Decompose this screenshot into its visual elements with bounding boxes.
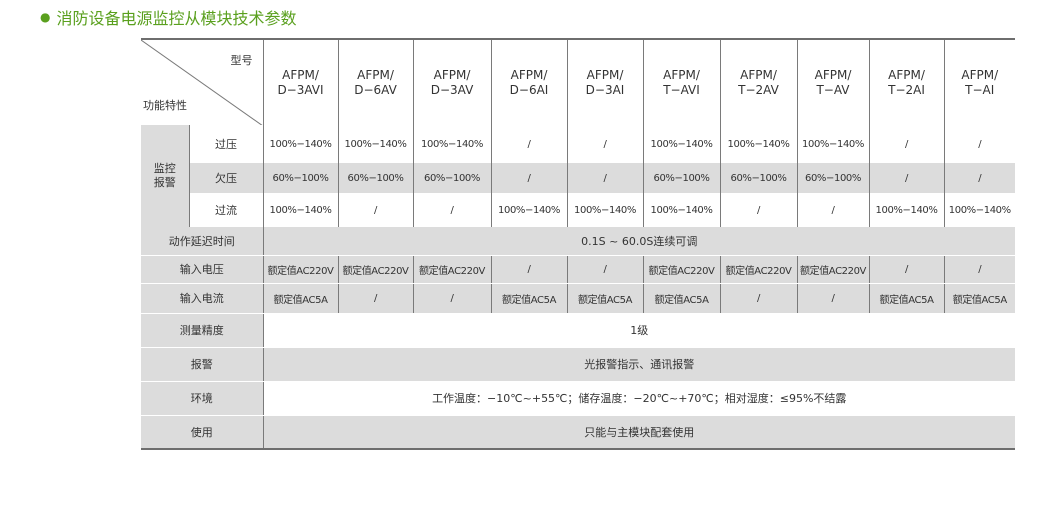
table-cell: /	[490, 125, 567, 163]
header-row: 型号 功能特性 AFPM/D−3AVI AFPM/D−6AV AFPM/D−3A…	[141, 38, 1015, 125]
table-row: 监控 报警 过压 100%−140% 100%−140% 100%−140% /…	[141, 125, 1015, 227]
row-label: 过压	[188, 125, 263, 163]
table-cell: 100%−140%	[412, 125, 491, 163]
table-row: 动作延迟时间 0.1S ~ 60.0S连续可调	[141, 227, 1015, 256]
table-cell: /	[868, 255, 944, 284]
table-cell: 额定值AC5A	[490, 283, 567, 314]
corner-model-label: 型号	[230, 54, 253, 67]
table-row: 过流 100%−140% / / 100%−140% 100%−140% 100…	[141, 193, 1015, 227]
bullet-icon: ●	[40, 10, 51, 24]
table-cell: /	[943, 163, 1015, 193]
table-row: 欠压 60%−100% 60%−100% 60%−100% / / 60%−10…	[141, 163, 1015, 193]
table-cell: 额定值AC220V	[719, 255, 797, 284]
table-cell: 60%−100%	[337, 163, 413, 193]
delay-value: 0.1S ~ 60.0S连续可调	[262, 227, 1015, 256]
table-cell: /	[796, 283, 869, 314]
model-header: AFPM/T−AVI	[642, 38, 720, 125]
table-cell: /	[412, 283, 491, 314]
table-cell: /	[943, 125, 1015, 163]
table-cell: 100%−140%	[490, 193, 567, 227]
table-cell: /	[719, 193, 797, 227]
model-header: AFPM/T−AI	[943, 38, 1015, 125]
environment-value: 工作温度：−10℃~+55℃；储存温度：−20℃~+70℃；相对湿度：≤95%不…	[262, 381, 1015, 416]
table-cell: 60%−100%	[642, 163, 720, 193]
table-row: 测量精度 1级	[141, 313, 1015, 348]
table-cell: 100%−140%	[642, 193, 720, 227]
section-title-text: 消防设备电源监控从模块技术参数	[56, 9, 297, 28]
table-cell: 额定值AC5A	[943, 283, 1015, 314]
row-label: 输入电流	[141, 283, 263, 314]
table-cell: 60%−100%	[796, 163, 869, 193]
table-row: 使用 只能与主模块配套使用	[141, 415, 1015, 450]
table-cell: /	[490, 255, 567, 284]
row-label: 报警	[141, 347, 263, 382]
model-header: AFPM/T−AV	[796, 38, 869, 125]
table-cell: /	[490, 163, 567, 193]
table-cell: /	[796, 193, 869, 227]
model-header: AFPM/T−2AI	[868, 38, 944, 125]
table-cell: 100%−140%	[566, 193, 643, 227]
spec-table: 型号 功能特性 AFPM/D−3AVI AFPM/D−6AV AFPM/D−3A…	[141, 38, 1015, 450]
table-cell: 额定值AC5A	[566, 283, 643, 314]
corner-cell: 型号 功能特性	[141, 38, 263, 125]
table-cell: 100%−140%	[262, 193, 338, 227]
table-cell: 100%−140%	[262, 125, 338, 163]
table-cell: /	[412, 193, 491, 227]
model-header: AFPM/T−2AV	[719, 38, 797, 125]
table-cell: 100%−140%	[337, 125, 413, 163]
monitor-group-label: 监控 报警	[141, 125, 189, 227]
table-cell: 额定值AC220V	[262, 255, 338, 284]
table-cell: /	[719, 283, 797, 314]
model-header: AFPM/D−3AV	[412, 38, 491, 125]
table-cell: 60%−100%	[719, 163, 797, 193]
row-label: 环境	[141, 381, 263, 416]
table-row: 输入电压 额定值AC220V 额定值AC220V 额定值AC220V / / 额…	[141, 255, 1015, 284]
model-header: AFPM/D−3AI	[566, 38, 643, 125]
row-label: 动作延迟时间	[141, 227, 263, 256]
table-cell: 额定值AC220V	[642, 255, 720, 284]
row-label: 测量精度	[141, 313, 263, 348]
table-row: 输入电流 额定值AC5A / / 额定值AC5A 额定值AC5A 额定值AC5A…	[141, 283, 1015, 314]
row-label: 使用	[141, 415, 263, 450]
table-cell: 额定值AC5A	[868, 283, 944, 314]
row-label: 欠压	[188, 163, 263, 193]
table-cell: /	[943, 255, 1015, 284]
usage-value: 只能与主模块配套使用	[262, 415, 1015, 450]
table-cell: /	[868, 163, 944, 193]
model-header: AFPM/D−6AI	[490, 38, 567, 125]
table-cell: /	[566, 163, 643, 193]
table-cell: 额定值AC5A	[642, 283, 720, 314]
row-label: 过流	[188, 193, 263, 227]
table-cell: 额定值AC5A	[262, 283, 338, 314]
table-cell: /	[337, 283, 413, 314]
section-title: ● 消防设备电源监控从模块技术参数	[40, 6, 297, 28]
table-cell: /	[868, 125, 944, 163]
table-cell: 100%−140%	[796, 125, 869, 163]
table-cell: /	[566, 125, 643, 163]
model-header: AFPM/D−3AVI	[262, 38, 338, 125]
model-header: AFPM/D−6AV	[337, 38, 413, 125]
table-cell: 100%−140%	[943, 193, 1015, 227]
table-row: 环境 工作温度：−10℃~+55℃；储存温度：−20℃~+70℃；相对湿度：≤9…	[141, 381, 1015, 416]
table-cell: /	[337, 193, 413, 227]
row-label: 输入电压	[141, 255, 263, 284]
table-cell: 100%−140%	[719, 125, 797, 163]
table-cell: 60%−100%	[412, 163, 491, 193]
alarm-value: 光报警指示、通讯报警	[262, 347, 1015, 382]
corner-feature-label: 功能特性	[143, 99, 187, 112]
table-cell: /	[566, 255, 643, 284]
table-cell: 额定值AC220V	[412, 255, 491, 284]
table-cell: 60%−100%	[262, 163, 338, 193]
table-cell: 额定值AC220V	[337, 255, 413, 284]
table-cell: 额定值AC220V	[796, 255, 869, 284]
table-cell: 100%−140%	[868, 193, 944, 227]
table-cell: 100%−140%	[642, 125, 720, 163]
table-row: 报警 光报警指示、通讯报警	[141, 347, 1015, 382]
accuracy-value: 1级	[262, 313, 1015, 348]
